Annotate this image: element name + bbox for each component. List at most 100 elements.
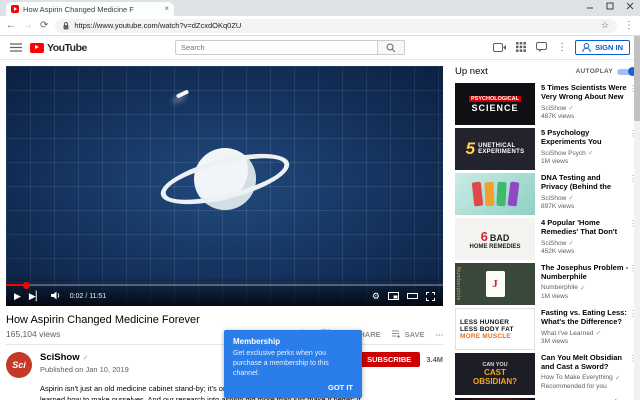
suggested-video-title[interactable]: The Josephus Problem - Numberphile: [541, 263, 629, 282]
back-icon[interactable]: ←: [6, 20, 16, 31]
verified-badge-icon: ✓: [568, 105, 575, 112]
primary-column: ▶ ▶▏ 0:02 / 11:51 ⚙ How Aspirin Changed …: [6, 66, 443, 400]
browser-menu-icon[interactable]: ⋮: [624, 20, 634, 31]
time-display: 0:02 / 11:51: [69, 292, 107, 300]
suggested-video-title[interactable]: Fasting vs. Eating Less: What's the Diff…: [541, 308, 629, 327]
suggested-video[interactable]: PSYCHOLOGICAL SCIENCE 5 Times Scientists…: [455, 83, 637, 125]
verified-badge-icon: ✓: [595, 330, 602, 337]
security-lock-icon: [63, 17, 69, 35]
address-bar[interactable]: https://www.youtube.com/watch?v=dZcxdOKq…: [55, 17, 617, 35]
autoplay-label: AUTOPLAY: [575, 68, 613, 75]
channel-name[interactable]: SciShow: [40, 352, 80, 363]
youtube-apps-icon[interactable]: [516, 39, 526, 57]
scrollbar-thumb[interactable]: [634, 36, 640, 121]
suggested-video[interactable]: LESS HUNGER LESS BODY FAT MORE MUSCLE Fa…: [455, 308, 637, 350]
sign-in-button[interactable]: SIGN IN: [575, 40, 630, 55]
more-actions-icon[interactable]: ⋯: [436, 330, 444, 339]
minimize-icon[interactable]: [586, 2, 594, 10]
suggested-video[interactable]: CAN YOU CAST OBSIDIAN? Can You Melt Obsi…: [455, 353, 637, 395]
comet-drawing: [176, 89, 190, 99]
tab-close-icon[interactable]: ×: [164, 5, 169, 13]
verified-badge-icon: ✓: [579, 284, 586, 292]
suggested-video-title[interactable]: 5 Times Scientists Were Very Wrong About…: [541, 83, 629, 102]
play-button[interactable]: ▶: [14, 291, 21, 301]
player-controls: ▶ ▶▏ 0:02 / 11:51 ⚙: [6, 276, 443, 306]
video-thumbnail[interactable]: CAN YOU CAST OBSIDIAN?: [455, 353, 535, 395]
suggested-video[interactable]: 6 BAD HOME REMEDIES 4 Popular 'Home Reme…: [455, 218, 637, 260]
thumbnail-text: LESS HUNGER: [460, 318, 510, 326]
save-button[interactable]: SAVE: [391, 329, 425, 339]
suggested-video[interactable]: DNA Testing and Privacy (Behind the scen…: [455, 173, 637, 215]
thumbnail-text: PSYCHOLOGICAL: [469, 95, 521, 102]
masthead-icons: ⋮: [493, 39, 567, 57]
youtube-favicon: [11, 5, 19, 13]
suggested-video-title[interactable]: 5 Psychology Experiments You Couldn't Do…: [541, 128, 629, 147]
fullscreen-icon[interactable]: [426, 291, 435, 301]
verified-badge-icon: ✓: [568, 195, 575, 202]
membership-tooltip: Membership Get exclusive perks when you …: [224, 330, 362, 399]
channel-avatar[interactable]: Sci: [6, 352, 32, 378]
upload-video-icon[interactable]: [493, 39, 507, 57]
suggested-video-views: 452K views: [541, 248, 575, 255]
browser-tab[interactable]: How Aspirin Changed Medicine F ×: [6, 2, 174, 16]
tab-title: How Aspirin Changed Medicine F: [23, 4, 134, 14]
video-player[interactable]: ▶ ▶▏ 0:02 / 11:51 ⚙: [6, 66, 443, 306]
thumbnail-text: MORE MUSCLE: [460, 332, 511, 340]
search-button[interactable]: [376, 40, 405, 55]
miniplayer-icon[interactable]: [388, 292, 399, 300]
thumbnail-text: EXPERIMENTS: [478, 149, 525, 155]
video-thumbnail[interactable]: 5 UNETHICAL EXPERIMENTS: [455, 128, 535, 170]
suggested-video-title[interactable]: DNA Testing and Privacy (Behind the scen…: [541, 173, 629, 192]
reload-icon[interactable]: ⟳: [40, 20, 48, 31]
thumbnail-text: CAST: [484, 368, 506, 377]
subscriber-count: 3.4M: [426, 355, 443, 364]
search-input[interactable]: [174, 40, 377, 55]
forward-icon[interactable]: →: [23, 20, 33, 31]
hamburger-menu-icon[interactable]: [10, 39, 22, 57]
video-thumbnail[interactable]: Numberphile J: [455, 263, 535, 305]
suggested-video-views: 3M views: [541, 338, 569, 345]
save-label: SAVE: [404, 329, 425, 339]
thumbnail-text: HOME REMEDIES: [469, 243, 521, 250]
close-window-icon[interactable]: [626, 2, 634, 10]
publish-date: Published on Jan 10, 2019: [40, 365, 129, 374]
dna-kit-graphic: [507, 181, 519, 207]
page-scrollbar[interactable]: [634, 36, 640, 400]
volume-icon[interactable]: [50, 287, 62, 305]
video-thumbnail[interactable]: PSYCHOLOGICAL SCIENCE: [455, 83, 535, 125]
suggested-channel-name: How To Make Everything: [541, 374, 613, 382]
suggested-video-views: 1M views: [541, 158, 569, 165]
suggested-channel-name: SciShow Psych: [541, 149, 586, 157]
settings-gear-icon[interactable]: ⚙: [372, 291, 380, 301]
suggested-video[interactable]: 5 UNETHICAL EXPERIMENTS 5 Psychology Exp…: [455, 128, 637, 170]
got-it-button[interactable]: GOT IT: [233, 383, 353, 392]
suggested-video-views: 897K views: [541, 203, 575, 210]
suggested-video-title[interactable]: Can You Melt Obsidian and Cast a Sword?: [541, 353, 629, 372]
youtube-logo-text: YouTube: [47, 41, 87, 54]
thumbnail-text: 5: [465, 139, 476, 158]
verified-badge-icon: ✓: [614, 374, 621, 382]
next-button[interactable]: ▶▏: [29, 291, 43, 301]
video-thumbnail[interactable]: 6 BAD HOME REMEDIES: [455, 218, 535, 260]
suggested-channel-name: SciShow: [541, 239, 567, 247]
thumbnail-text: BAD: [489, 232, 510, 243]
verified-badge-icon: ✓: [82, 354, 89, 362]
view-count: 165,104 views: [6, 329, 61, 339]
suggested-video-title[interactable]: 4 Popular 'Home Remedies' That Don't Act…: [541, 218, 629, 237]
messages-icon[interactable]: [536, 39, 548, 57]
maximize-icon[interactable]: [606, 2, 614, 10]
up-next-header: Up next: [455, 66, 488, 77]
membership-title: Membership: [233, 337, 281, 346]
suggested-video[interactable]: Numberphile J The Josephus Problem - Num…: [455, 263, 637, 305]
verified-badge-icon: ✓: [568, 240, 575, 247]
youtube-logo[interactable]: YouTube: [30, 42, 87, 54]
thumbnail-text: J: [492, 278, 498, 290]
suggested-video-views: 487K views: [541, 113, 575, 120]
subscribe-button[interactable]: SUBSCRIBE: [358, 352, 421, 367]
video-thumbnail[interactable]: [455, 173, 535, 215]
video-thumbnail[interactable]: LESS HUNGER LESS BODY FAT MORE MUSCLE: [455, 308, 535, 350]
bookmark-star-icon[interactable]: ☆: [601, 20, 609, 31]
browser-toolbar: ← → ⟳ https://www.youtube.com/watch?v=dZ…: [0, 16, 640, 36]
theater-mode-icon[interactable]: [407, 292, 418, 300]
more-options-icon[interactable]: ⋮: [557, 42, 567, 53]
